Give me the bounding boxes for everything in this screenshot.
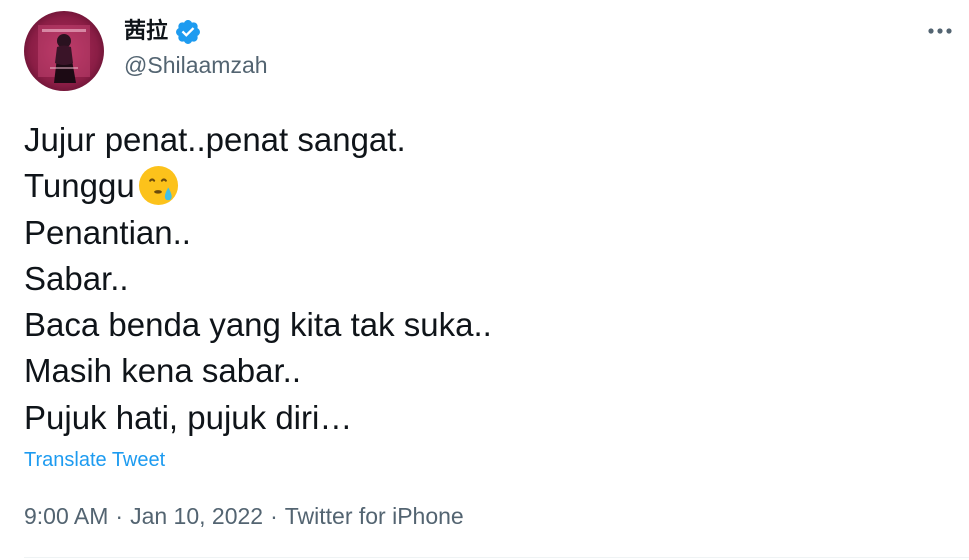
tweet-date[interactable]: Jan 10, 2022 [130, 503, 263, 529]
tweet-line-with-emoji: Tunggu [24, 163, 944, 209]
meta-separator: · [115, 503, 124, 529]
tweet-line: Masih kena sabar.. [24, 352, 301, 390]
face-holding-back-tears-icon [137, 164, 180, 207]
tweet-line: Sabar.. [24, 259, 129, 297]
tweet-line: Jujur penat..penat sangat. [24, 121, 406, 158]
tweet-line-text: Tunggu [24, 167, 135, 205]
verified-badge-icon [174, 18, 202, 46]
more-options-icon [928, 28, 952, 34]
tweet-line: Baca benda yang kita tak suka.. [24, 306, 492, 344]
tweet-line: Pujuk hati, pujuk diri… [24, 398, 353, 436]
tweet-client[interactable]: Twitter for iPhone [285, 503, 464, 529]
more-options-button[interactable] [920, 16, 960, 46]
avatar[interactable] [24, 11, 104, 91]
profile-photo [24, 11, 104, 91]
meta-separator: · [270, 503, 278, 529]
tweet-time[interactable]: 9:00 AM [24, 503, 108, 529]
tweet-line: Penantian.. [24, 213, 191, 251]
translate-tweet-link[interactable]: Translate Tweet [24, 446, 165, 474]
tweet-text: Jujur penat..penat sangat. Tunggu Penant… [24, 117, 944, 441]
author-handle[interactable]: @Shilaamzah [124, 51, 268, 79]
display-name[interactable]: 茜拉 [124, 17, 168, 47]
divider [24, 557, 969, 558]
author-name-row: 茜拉 [124, 17, 202, 47]
tweet-card: 茜拉 @Shilaamzah Jujur penat..penat sangat… [0, 0, 969, 560]
tweet-metadata: 9:00 AM · Jan 10, 2022 · Twitter for iPhone [24, 501, 464, 531]
